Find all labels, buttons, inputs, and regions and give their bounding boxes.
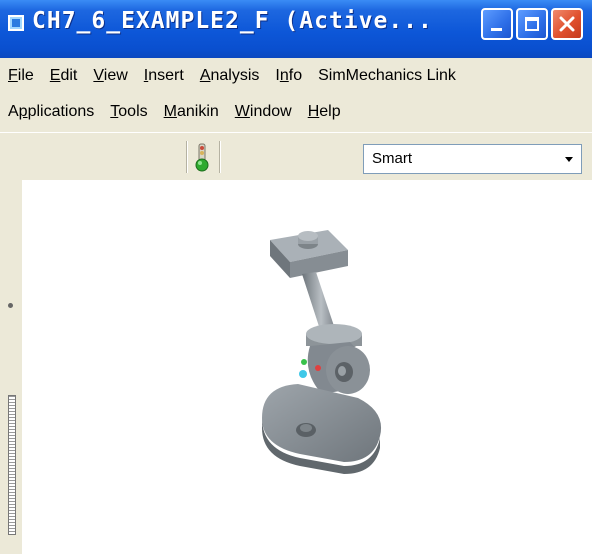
app-icon [8, 15, 24, 31]
sash-dot [8, 303, 13, 308]
window-title: CH7_6_EXAMPLE2_F (Active... [32, 8, 433, 34]
close-button[interactable] [551, 8, 583, 40]
menu-manikin[interactable]: Manikin [164, 103, 219, 121]
maximize-button[interactable] [516, 8, 548, 40]
menu-row-2: Applications Tools Manikin Window Help [8, 98, 357, 126]
menu-applications[interactable]: Applications [8, 103, 94, 121]
menu-row-1: File Edit View Insert Analysis Info SimMechani… [8, 62, 472, 90]
chevron-down-icon [565, 157, 573, 162]
menu-simmechanics-link[interactable]: SimMechanics Link [318, 67, 456, 85]
close-icon [559, 16, 575, 32]
menu-insert[interactable]: Insert [144, 67, 184, 85]
menu-edit[interactable]: Edit [50, 67, 78, 85]
toolbar-separator [186, 141, 187, 173]
minimize-button[interactable] [481, 8, 513, 40]
menu-view[interactable]: View [93, 67, 127, 85]
resize-handle[interactable] [8, 395, 16, 535]
menu-analysis[interactable]: Analysis [200, 67, 260, 85]
menu-help[interactable]: Help [308, 103, 341, 121]
traffic-light-icon[interactable] [193, 143, 211, 173]
filter-select[interactable]: Smart [363, 144, 582, 174]
menu-file[interactable]: File [8, 67, 34, 85]
toolbar-separator [219, 141, 220, 173]
model-tree-collapsed [0, 180, 22, 554]
filter-select-value: Smart [372, 150, 413, 167]
menu-tools[interactable]: Tools [110, 103, 147, 121]
title-bar[interactable]: CH7_6_EXAMPLE2_F (Active... [0, 0, 592, 58]
menu-window[interactable]: Window [235, 103, 292, 121]
menu-bar: File Edit View Insert Analysis Info SimMechani… [0, 58, 592, 132]
menu-info[interactable]: Info [275, 67, 302, 85]
cam-follower-model[interactable] [240, 222, 400, 482]
